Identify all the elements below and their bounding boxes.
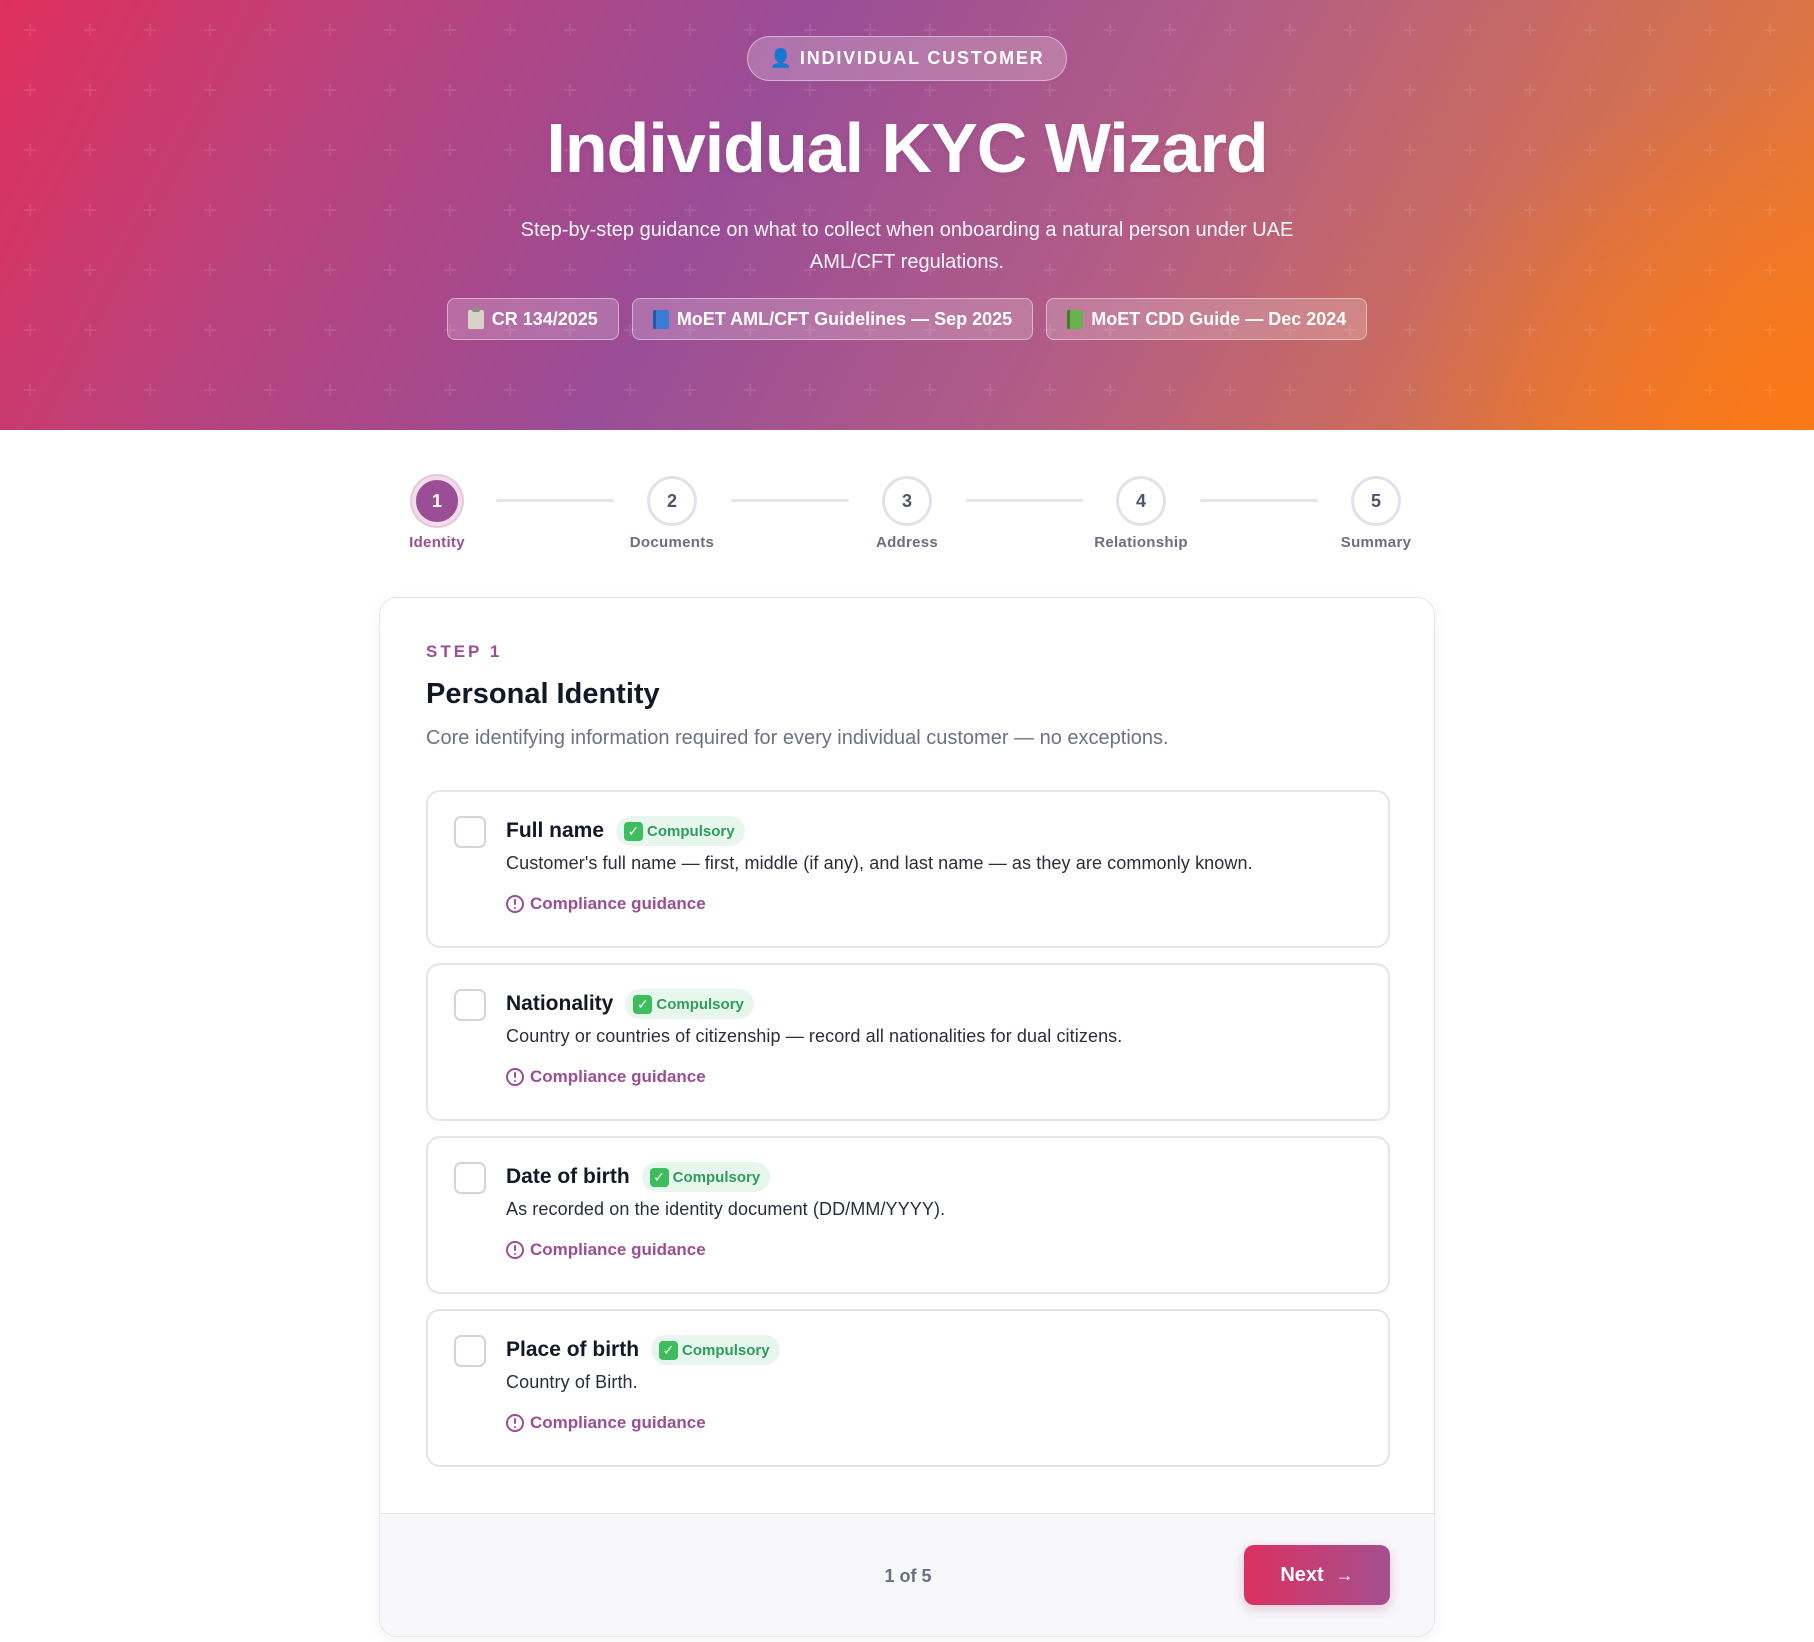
step-description: Core identifying information required fo… bbox=[426, 727, 1169, 749]
step-2-label[interactable]: Documents bbox=[612, 534, 732, 551]
badge-label: Compulsory bbox=[647, 822, 735, 840]
reference-pill-cdd-guide: MoET CDD Guide — Dec 2024 bbox=[1046, 298, 1368, 340]
person-icon: 👤 bbox=[769, 48, 792, 68]
item-name: Place of birth bbox=[506, 1338, 640, 1361]
guidance-label: Compliance guidance bbox=[530, 894, 706, 913]
customer-type-label: INDIVIDUAL CUSTOMER bbox=[799, 48, 1045, 68]
info-icon bbox=[506, 895, 524, 913]
step-card: STEP 1 Personal Identity Core identifyin… bbox=[379, 597, 1435, 1637]
item-checkbox[interactable] bbox=[454, 1162, 486, 1194]
page-title: Individual KYC Wizard bbox=[546, 109, 1268, 187]
info-icon bbox=[506, 1414, 524, 1432]
hero-banner: 👤 INDIVIDUAL CUSTOMER Individual KYC Wiz… bbox=[0, 0, 1814, 430]
card-footer: 1 of 5 Next → bbox=[380, 1513, 1434, 1636]
step-connector bbox=[496, 499, 614, 502]
compliance-guidance-toggle[interactable]: Compliance guidance bbox=[506, 1413, 706, 1433]
step-4-circle[interactable]: 4 bbox=[1116, 476, 1166, 526]
item-name: Date of birth bbox=[506, 1165, 630, 1188]
next-label: Next bbox=[1280, 1563, 1324, 1586]
item-description: Country of Birth. bbox=[506, 1372, 638, 1392]
item-description: As recorded on the identity document (DD… bbox=[506, 1199, 946, 1219]
reference-pill-guidelines: MoET AML/CFT Guidelines — Sep 2025 bbox=[631, 298, 1034, 340]
item-checkbox[interactable] bbox=[454, 1335, 486, 1367]
reference-label: MoET AML/CFT Guidelines — Sep 2025 bbox=[676, 308, 1013, 329]
reference-pill-cr: CR 134/2025 bbox=[446, 298, 619, 340]
compliance-guidance-toggle[interactable]: Compliance guidance bbox=[506, 1240, 706, 1260]
item-description: Country or countries of citizenship — re… bbox=[506, 1026, 1123, 1046]
item-header: Place of birth ✓ Compulsory bbox=[506, 1335, 780, 1365]
checklist-item-full-name: Full name ✓ Compulsory Customer's full n… bbox=[426, 790, 1390, 948]
step-3-circle[interactable]: 3 bbox=[882, 476, 932, 526]
check-icon: ✓ bbox=[659, 1340, 679, 1360]
item-description: Customer's full name — first, middle (if… bbox=[506, 853, 1253, 873]
step-1-circle[interactable]: 1 bbox=[412, 476, 462, 526]
wizard-stepper: 1 Identity 2 Documents 3 Address 4 Relat… bbox=[0, 470, 1814, 560]
item-name: Full name bbox=[506, 819, 605, 842]
reference-label: MoET CDD Guide — Dec 2024 bbox=[1091, 308, 1347, 329]
step-5-label[interactable]: Summary bbox=[1316, 534, 1436, 551]
clipboard-icon bbox=[467, 306, 484, 329]
info-icon bbox=[506, 1241, 524, 1259]
item-header: Nationality ✓ Compulsory bbox=[506, 989, 754, 1019]
guidance-label: Compliance guidance bbox=[530, 1240, 706, 1259]
compulsory-badge: ✓ Compulsory bbox=[616, 816, 745, 846]
badge-label: Compulsory bbox=[672, 1168, 761, 1186]
step-4-label[interactable]: Relationship bbox=[1081, 534, 1201, 551]
green-book-icon bbox=[1067, 309, 1084, 329]
blue-book-icon bbox=[652, 309, 669, 329]
step-connector bbox=[1200, 499, 1318, 502]
checklist-item-date-of-birth: Date of birth ✓ Compulsory As recorded o… bbox=[426, 1136, 1390, 1294]
compliance-guidance-toggle[interactable]: Compliance guidance bbox=[506, 894, 706, 914]
item-name: Nationality bbox=[506, 992, 614, 1015]
checklist-item-nationality: Nationality ✓ Compulsory Country or coun… bbox=[426, 963, 1390, 1121]
step-connector bbox=[731, 499, 849, 502]
info-icon bbox=[506, 1068, 524, 1086]
badge-label: Compulsory bbox=[656, 995, 744, 1013]
customer-type-badge: 👤 INDIVIDUAL CUSTOMER bbox=[747, 36, 1067, 81]
compulsory-badge: ✓ Compulsory bbox=[641, 1162, 771, 1192]
step-1-label[interactable]: Identity bbox=[377, 534, 497, 551]
step-2-circle[interactable]: 2 bbox=[647, 476, 697, 526]
step-5-circle[interactable]: 5 bbox=[1351, 476, 1401, 526]
step-3-label[interactable]: Address bbox=[847, 534, 967, 551]
step-eyebrow: STEP 1 bbox=[426, 642, 503, 661]
compliance-guidance-toggle[interactable]: Compliance guidance bbox=[506, 1067, 706, 1087]
next-button[interactable]: Next → bbox=[1244, 1545, 1390, 1605]
item-checkbox[interactable] bbox=[454, 989, 486, 1021]
check-icon: ✓ bbox=[624, 821, 644, 841]
item-header: Full name ✓ Compulsory bbox=[506, 816, 745, 846]
reference-label: CR 134/2025 bbox=[491, 308, 598, 329]
item-checkbox[interactable] bbox=[454, 816, 486, 848]
compulsory-badge: ✓ Compulsory bbox=[625, 989, 754, 1019]
compulsory-badge: ✓ Compulsory bbox=[651, 1335, 780, 1365]
guidance-label: Compliance guidance bbox=[530, 1067, 706, 1086]
check-icon: ✓ bbox=[649, 1167, 669, 1187]
page-subtitle: Step-by-step guidance on what to collect… bbox=[520, 219, 1294, 273]
step-connector bbox=[966, 499, 1084, 502]
item-header: Date of birth ✓ Compulsory bbox=[506, 1162, 771, 1192]
arrow-right-icon: → bbox=[1335, 1564, 1354, 1585]
checklist-item-place-of-birth: Place of birth ✓ Compulsory Country of B… bbox=[426, 1309, 1390, 1467]
step-title: Personal Identity bbox=[426, 678, 660, 710]
guidance-label: Compliance guidance bbox=[530, 1413, 706, 1432]
reference-list: CR 134/2025 MoET AML/CFT Guidelines — Se… bbox=[0, 298, 1814, 340]
check-icon: ✓ bbox=[633, 994, 653, 1014]
badge-label: Compulsory bbox=[682, 1341, 770, 1359]
